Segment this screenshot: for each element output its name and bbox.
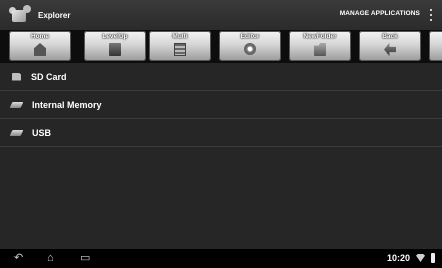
app-icon[interactable] (8, 4, 32, 26)
list-item-label: Internal Memory (32, 99, 102, 110)
internal-memory-icon (9, 101, 24, 108)
screen: Explorer MANAGE APPLICATIONS Home LevelU… (0, 0, 442, 268)
list-item-usb[interactable]: USB (0, 119, 442, 147)
levelup-button[interactable]: LevelUp (84, 31, 146, 61)
levelup-button-label: LevelUp (102, 33, 128, 40)
editor-button[interactable]: Editor (219, 31, 281, 61)
home-button-label: Home (30, 33, 50, 40)
list-item-internal-memory[interactable]: Internal Memory (0, 91, 442, 119)
list-item-label: USB (32, 127, 52, 138)
recents-nav-icon[interactable]: ▭ (80, 253, 90, 264)
toolbar: Home LevelUp Multi Editor NewFolder Back (0, 30, 442, 63)
multi-select-icon (174, 43, 186, 56)
home-icon (34, 43, 46, 56)
system-nav-bar: ↶ ⌂ ▭ 10:20 (0, 249, 442, 268)
more-toolbar-button[interactable] (429, 31, 442, 61)
clock: 10:20 (386, 253, 410, 263)
home-nav-icon[interactable]: ⌂ (47, 253, 54, 264)
back-button[interactable]: Back (359, 31, 421, 61)
back-button-label: Back (382, 33, 398, 40)
list-item-label: SD Card (31, 71, 67, 82)
new-folder-icon (314, 43, 326, 56)
newfolder-button-label: NewFolder (303, 33, 337, 40)
back-icon (384, 43, 396, 56)
editor-button-label: Editor (240, 33, 260, 40)
title-bar: Explorer MANAGE APPLICATIONS (0, 0, 442, 30)
back-nav-icon[interactable]: ↶ (14, 253, 23, 264)
sd-card-icon (12, 72, 21, 81)
editor-icon (244, 43, 256, 55)
battery-icon (431, 253, 435, 263)
newfolder-button[interactable]: NewFolder (289, 31, 351, 61)
app-title: Explorer (38, 10, 71, 20)
multi-button-label: Multi (172, 33, 188, 40)
usb-icon (9, 129, 24, 136)
wifi-icon (416, 254, 425, 262)
storage-list: SD Card Internal Memory USB (0, 63, 442, 147)
overflow-menu-icon[interactable] (430, 9, 433, 21)
manage-applications-button[interactable]: MANAGE APPLICATIONS (340, 10, 420, 17)
home-button[interactable]: Home (9, 31, 71, 61)
list-item-sd-card[interactable]: SD Card (0, 63, 442, 91)
level-up-icon (109, 43, 121, 56)
multi-button[interactable]: Multi (149, 31, 211, 61)
